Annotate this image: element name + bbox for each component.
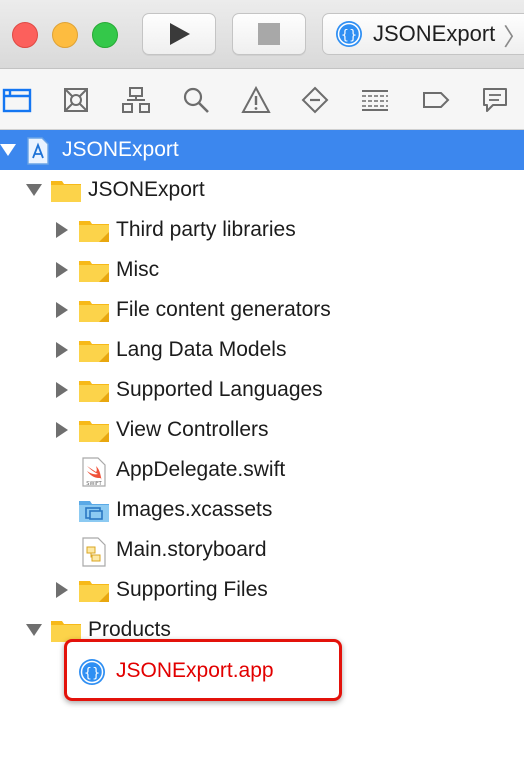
disclosure-collapsed-icon[interactable]: [54, 582, 70, 598]
scheme-selector[interactable]: {} JSONExport 〉: [322, 13, 524, 55]
hierarchy-icon: [122, 87, 150, 113]
tree-item-label: Supporting Files: [116, 578, 268, 601]
tab-breakpoint-navigator[interactable]: [421, 85, 451, 115]
folder-icon: [79, 301, 109, 322]
tree-item-label: Supported Languages: [116, 378, 323, 401]
tree-row-file[interactable]: SWIFT AppDelegate.swift: [0, 450, 524, 490]
window-toolbar: {} JSONExport 〉: [0, 0, 524, 69]
close-window-button[interactable]: [12, 22, 38, 48]
run-button[interactable]: [142, 13, 216, 55]
folder-icon: [51, 181, 81, 202]
disclosure-collapsed-icon[interactable]: [54, 302, 70, 318]
tree-row-folder[interactable]: Supported Languages: [0, 370, 524, 410]
storyboard-file-icon: [82, 537, 106, 567]
tab-issue-navigator[interactable]: [241, 85, 271, 115]
tab-debug-navigator[interactable]: [360, 85, 390, 115]
tree-row-file[interactable]: Main.storyboard: [0, 530, 524, 570]
app-target-icon: {}: [336, 21, 362, 47]
tree-item-label: Lang Data Models: [116, 338, 287, 361]
minimize-window-button[interactable]: [52, 22, 78, 48]
tree-row-folder[interactable]: Lang Data Models: [0, 330, 524, 370]
disclosure-collapsed-icon[interactable]: [54, 222, 70, 238]
speech-bubble-icon: [483, 88, 507, 112]
tab-project-navigator[interactable]: [2, 85, 32, 115]
navigator-selector-bar: [0, 69, 524, 130]
stop-button[interactable]: [232, 13, 306, 55]
tree-item-label: View Controllers: [116, 418, 269, 441]
tab-test-navigator[interactable]: [300, 85, 330, 115]
tree-item-label: Third party libraries: [116, 218, 296, 241]
tree-item-label: Main.storyboard: [116, 538, 267, 561]
tab-find-navigator[interactable]: [181, 85, 211, 115]
source-control-icon: [64, 88, 88, 112]
folder-icon: [79, 421, 109, 442]
tree-row-folder[interactable]: Misc: [0, 250, 524, 290]
tree-row-folder[interactable]: Third party libraries: [0, 210, 524, 250]
debug-lines-icon: [362, 90, 388, 111]
play-icon: [170, 23, 190, 45]
xcode-project-icon: [27, 137, 49, 165]
tab-source-control-navigator[interactable]: [61, 85, 91, 115]
zoom-window-button[interactable]: [92, 22, 118, 48]
disclosure-expanded-icon[interactable]: [26, 182, 42, 198]
warning-icon: [241, 86, 271, 113]
tree-row-folder[interactable]: File content generators: [0, 290, 524, 330]
folder-icon: [79, 381, 109, 402]
annotation-highlight-box: [64, 639, 342, 701]
disclosure-expanded-icon[interactable]: [26, 622, 42, 638]
tab-report-navigator[interactable]: [480, 85, 510, 115]
tree-row-folder[interactable]: Supporting Files: [0, 570, 524, 610]
tree-item-label: Images.xcassets: [116, 498, 273, 521]
tree-row-project[interactable]: JSONExport: [0, 130, 524, 170]
tree-row-file[interactable]: Images.xcassets: [0, 490, 524, 530]
swift-file-icon: SWIFT: [82, 457, 106, 487]
breakpoint-icon: [423, 92, 450, 108]
disclosure-collapsed-icon[interactable]: [54, 342, 70, 358]
folder-icon: [79, 261, 109, 282]
folder-icon: [79, 581, 109, 602]
disclosure-collapsed-icon[interactable]: [54, 262, 70, 278]
tree-item-label: AppDelegate.swift: [116, 458, 286, 481]
scheme-name: JSONExport: [373, 21, 496, 46]
tab-symbol-navigator[interactable]: [121, 85, 151, 115]
tree-row-folder[interactable]: View Controllers: [0, 410, 524, 450]
chevron-right-icon: 〉: [503, 17, 524, 52]
tree-row-group[interactable]: JSONExport: [0, 170, 524, 210]
project-name: JSONExport: [62, 138, 179, 161]
svg-text:{}: {}: [341, 28, 358, 43]
stop-icon: [258, 23, 280, 45]
folder-icon: [79, 221, 109, 242]
folder-outline-icon: [2, 88, 32, 113]
disclosure-collapsed-icon[interactable]: [54, 382, 70, 398]
search-icon: [183, 87, 209, 113]
folder-icon: [79, 341, 109, 362]
tree-item-label: Misc: [116, 258, 160, 281]
tree-item-label: File content generators: [116, 298, 331, 321]
group-name: JSONExport: [88, 178, 205, 201]
test-diamond-icon: [301, 86, 329, 114]
disclosure-collapsed-icon[interactable]: [54, 422, 70, 438]
asset-catalog-icon: [79, 501, 109, 522]
disclosure-expanded-icon[interactable]: [0, 142, 16, 158]
svg-text:SWIFT: SWIFT: [86, 481, 102, 487]
